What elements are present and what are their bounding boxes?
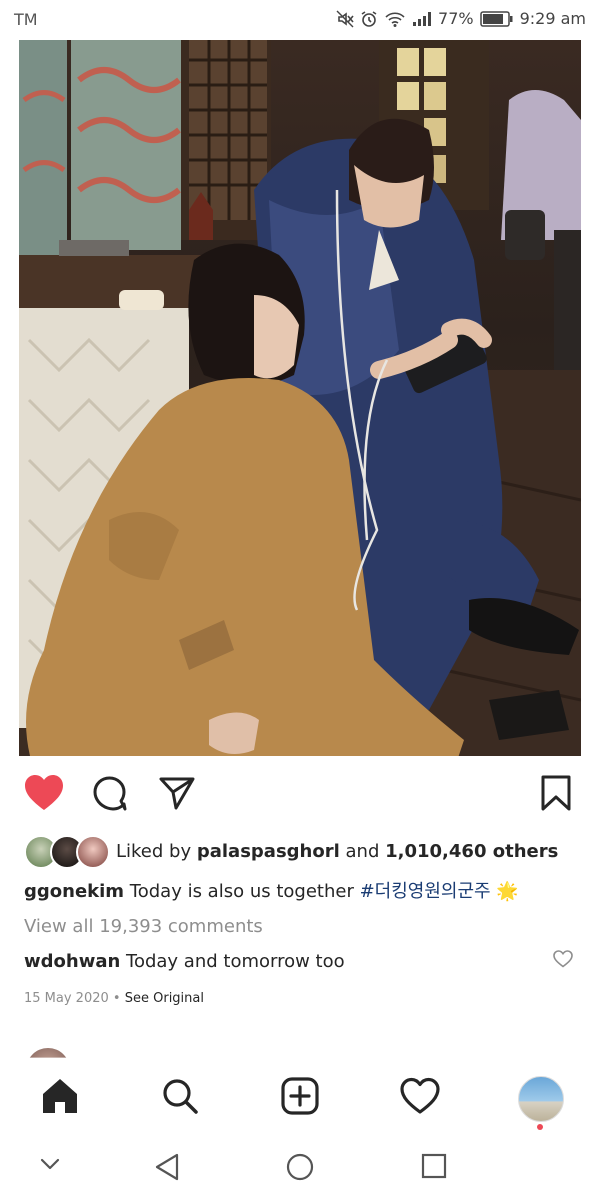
post-meta: 15 May 2020 • See Original xyxy=(24,991,204,1006)
caption-emoji: 🌟 xyxy=(496,881,519,902)
avatar xyxy=(76,835,110,869)
activity-icon[interactable] xyxy=(400,1076,440,1116)
comment-username[interactable]: wdohwan xyxy=(24,951,120,972)
profile-avatar[interactable] xyxy=(518,1076,564,1122)
mute-icon xyxy=(336,10,354,27)
post-caption: ggonekim Today is also us together #더킹영원… xyxy=(24,877,519,903)
home-icon[interactable] xyxy=(40,1076,80,1116)
comment-icon[interactable] xyxy=(91,774,129,812)
bookmark-icon[interactable] xyxy=(540,774,572,812)
battery-icon xyxy=(479,10,513,27)
carrier-label: TM xyxy=(14,10,38,29)
bottom-nav xyxy=(0,1066,600,1136)
new-post-icon[interactable] xyxy=(280,1076,320,1116)
comment-text: Today and tomorrow too xyxy=(126,951,345,972)
likes-middle: and xyxy=(345,840,380,862)
view-all-comments-link[interactable]: View all 19,393 comments xyxy=(24,916,263,937)
home-circle-icon[interactable] xyxy=(285,1152,315,1182)
meta-separator: • xyxy=(112,991,121,1006)
share-icon[interactable] xyxy=(158,774,196,812)
comment-row: wdohwan Today and tomorrow too xyxy=(24,951,345,972)
status-bar: TM 77% 9:29 am xyxy=(0,0,600,40)
status-icons: 77% 9:29 am xyxy=(336,9,586,28)
liker-username[interactable]: palaspasghorl xyxy=(197,841,340,862)
liker-avatars xyxy=(24,835,110,869)
post-photo[interactable] xyxy=(19,40,581,756)
alarm-icon xyxy=(361,10,377,27)
collapse-icon[interactable] xyxy=(38,1152,62,1176)
wifi-icon xyxy=(385,11,405,27)
caption-text: Today is also us together xyxy=(129,881,354,902)
battery-percent: 77% xyxy=(438,9,474,28)
photo-illustration xyxy=(19,40,581,756)
search-icon[interactable] xyxy=(160,1076,200,1116)
recents-icon[interactable] xyxy=(420,1152,448,1180)
likes-prefix: Liked by xyxy=(116,840,192,862)
see-original-link[interactable]: See Original xyxy=(125,991,204,1006)
notification-dot xyxy=(537,1124,543,1130)
back-icon[interactable] xyxy=(153,1152,181,1182)
post-action-bar xyxy=(0,770,600,818)
like-heart-icon[interactable] xyxy=(24,774,64,812)
likes-summary[interactable]: Liked by palaspasghorl and 1,010,460 oth… xyxy=(24,834,558,869)
system-nav-bar xyxy=(0,1136,600,1200)
signal-icon xyxy=(413,11,432,26)
caption-hashtag[interactable]: #더킹영원의군주 xyxy=(360,881,491,902)
clock: 9:29 am xyxy=(519,9,586,28)
post-date: 15 May 2020 xyxy=(24,991,109,1006)
caption-username[interactable]: ggonekim xyxy=(24,881,124,902)
comment-like-icon[interactable] xyxy=(553,950,573,968)
likes-count[interactable]: 1,010,460 others xyxy=(385,841,558,862)
